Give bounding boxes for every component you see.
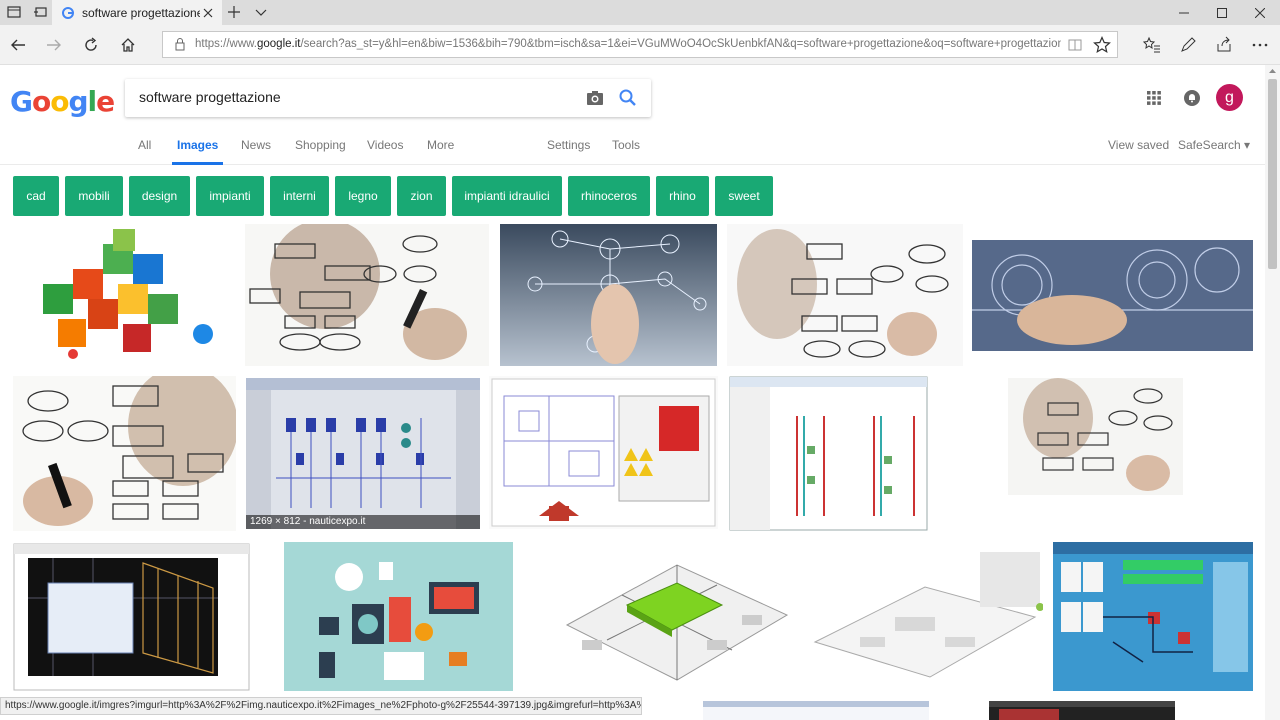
share-icon[interactable] [1214,35,1234,55]
page-scrollbar[interactable] [1265,65,1280,720]
settings-link[interactable]: Settings [547,138,590,165]
search-tabs: All Images News Shopping Videos More Set… [0,138,1265,165]
tab-shopping[interactable]: Shopping [295,138,346,165]
chip-legno[interactable]: legno [335,176,391,216]
search-input[interactable] [139,89,579,105]
favorite-star-icon[interactable] [1093,36,1111,54]
tab-title: software progettazione [82,5,200,20]
minimize-icon[interactable] [1165,0,1203,25]
new-tab-icon[interactable] [226,4,242,20]
tab-more[interactable]: More [427,138,454,165]
browser-toolbar: https://www.google.it/search?as_st=y&hl=… [0,25,1280,65]
chip-sweet[interactable]: sweet [715,176,773,216]
avatar[interactable]: g [1216,84,1243,111]
image-result[interactable] [1053,542,1253,691]
image-result[interactable] [972,240,1253,351]
image-result[interactable] [13,224,237,366]
camera-icon[interactable] [585,88,605,108]
tab-videos[interactable]: Videos [367,138,403,165]
close-tab-icon[interactable] [200,5,216,21]
chip-rhino[interactable]: rhino [656,176,709,216]
image-result[interactable] [805,547,1043,681]
logo-letter: o [50,85,69,118]
image-result[interactable] [13,376,236,531]
more-menu-icon[interactable] [1250,35,1270,55]
url-text: https://www.google.it/search?as_st=y&hl=… [195,38,1061,50]
favorites-hub-icon[interactable] [1142,35,1162,55]
logo-letter: g [68,85,88,118]
google-header: Google g All Images News Shopping Videos… [0,65,1265,165]
status-bar-url: https://www.google.it/imgres?imgurl=http… [0,697,642,715]
image-result[interactable] [284,542,513,691]
refresh-icon[interactable] [81,35,101,55]
search-box[interactable] [125,79,651,117]
chip-impianti-idraulici[interactable]: impianti idraulici [452,176,562,216]
logo-letter: l [87,85,98,118]
chevron-down-icon[interactable] [254,5,268,19]
google-logo[interactable]: Google [10,85,115,118]
safesearch-dropdown[interactable]: SafeSearch ▾ [1178,138,1250,165]
image-result[interactable] [13,543,250,691]
image-result[interactable] [489,376,718,529]
scroll-up-arrow-icon[interactable] [1268,67,1277,76]
back-arrow-icon[interactable] [8,35,28,55]
chip-rhinoceros[interactable]: rhinoceros [568,176,650,216]
tab-all[interactable]: All [138,138,151,165]
logo-letter: G [10,85,33,118]
tools-link[interactable]: Tools [612,138,640,165]
view-saved-link[interactable]: View saved [1108,138,1169,165]
tab-news[interactable]: News [241,138,271,165]
image-result[interactable] [703,701,929,720]
scrollbar-thumb[interactable] [1268,79,1277,269]
address-bar[interactable]: https://www.google.it/search?as_st=y&hl=… [162,31,1118,58]
reading-view-icon[interactable] [1067,37,1083,53]
image-result[interactable] [729,376,928,531]
chip-zion[interactable]: zion [397,176,446,216]
apps-grid-icon[interactable] [1146,90,1162,106]
image-result-hovered[interactable]: 1269 × 812 - nauticexpo.it [246,378,480,529]
logo-letter: e [96,85,115,118]
pen-note-icon[interactable] [1178,35,1198,55]
search-icon[interactable] [618,88,638,108]
chip-cad[interactable]: cad [13,176,59,216]
logo-letter: o [31,85,51,118]
home-icon[interactable] [118,35,138,55]
chip-interni[interactable]: interni [270,176,329,216]
chip-design[interactable]: design [129,176,190,216]
image-result[interactable] [245,224,489,366]
image-result[interactable] [989,701,1175,720]
image-caption: 1269 × 812 - nauticexpo.it [246,515,480,529]
chip-impianti[interactable]: impianti [196,176,264,216]
image-result[interactable] [547,545,793,687]
image-result[interactable] [500,224,717,366]
forward-arrow-icon[interactable] [44,35,64,55]
close-window-icon[interactable] [1241,0,1279,25]
tab-active[interactable]: software progettazione [52,0,222,25]
tab-images[interactable]: Images [172,138,224,165]
tab-actions-icon[interactable] [6,4,22,20]
google-favicon-icon [62,6,74,19]
set-aside-tabs-icon[interactable] [32,4,48,20]
lock-icon [175,38,185,51]
image-result[interactable] [1008,378,1183,495]
notifications-bell-icon[interactable] [1183,89,1201,107]
chip-mobili[interactable]: mobili [65,176,123,216]
browser-tab-bar: software progettazione [0,0,1280,25]
image-result[interactable] [727,224,963,366]
maximize-icon[interactable] [1203,0,1241,25]
